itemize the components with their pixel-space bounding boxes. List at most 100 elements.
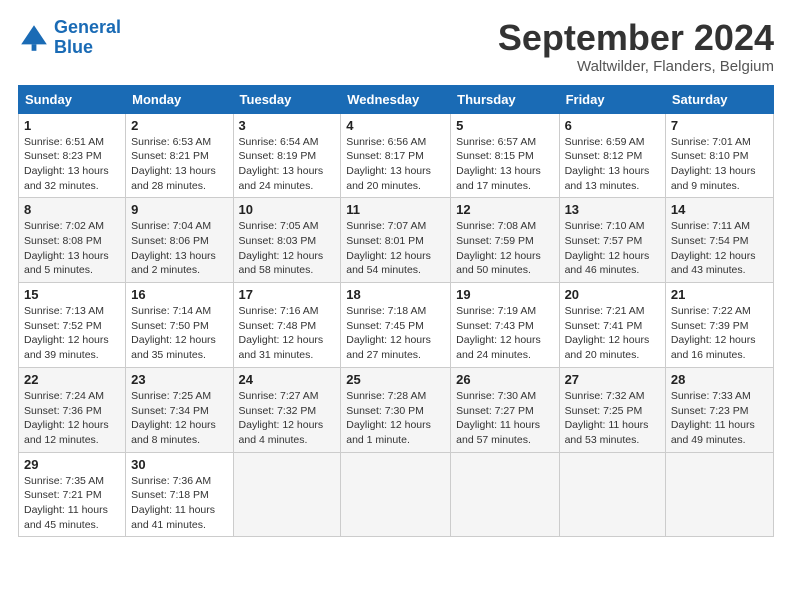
day-info: Sunrise: 7:13 AMSunset: 7:52 PMDaylight:… <box>24 304 120 363</box>
logo: General Blue <box>18 18 121 58</box>
day-info: Sunrise: 6:51 AMSunset: 8:23 PMDaylight:… <box>24 135 120 194</box>
calendar-cell: 25 Sunrise: 7:28 AMSunset: 7:30 PMDayligh… <box>341 367 451 452</box>
day-info: Sunrise: 7:11 AMSunset: 7:54 PMDaylight:… <box>671 219 768 278</box>
day-info: Sunrise: 7:01 AMSunset: 8:10 PMDaylight:… <box>671 135 768 194</box>
header-sunday: Sunday <box>19 85 126 113</box>
header: General Blue September 2024 Waltwilder, … <box>18 18 774 75</box>
day-number: 16 <box>131 287 227 302</box>
calendar-row-4: 22 Sunrise: 7:24 AMSunset: 7:36 PMDayligh… <box>19 367 774 452</box>
calendar-cell: 21 Sunrise: 7:22 AMSunset: 7:39 PMDayligh… <box>665 283 773 368</box>
calendar-cell: 22 Sunrise: 7:24 AMSunset: 7:36 PMDayligh… <box>19 367 126 452</box>
day-number: 8 <box>24 202 120 217</box>
calendar-cell: 18 Sunrise: 7:18 AMSunset: 7:45 PMDayligh… <box>341 283 451 368</box>
day-info: Sunrise: 7:25 AMSunset: 7:34 PMDaylight:… <box>131 389 227 448</box>
day-info: Sunrise: 6:56 AMSunset: 8:17 PMDaylight:… <box>346 135 445 194</box>
day-number: 7 <box>671 118 768 133</box>
title-area: September 2024 Waltwilder, Flanders, Bel… <box>498 18 774 75</box>
calendar-row-1: 1 Sunrise: 6:51 AMSunset: 8:23 PMDaylight… <box>19 113 774 198</box>
day-number: 24 <box>239 372 336 387</box>
day-info: Sunrise: 7:10 AMSunset: 7:57 PMDaylight:… <box>565 219 660 278</box>
calendar-cell: 10 Sunrise: 7:05 AMSunset: 8:03 PMDayligh… <box>233 198 341 283</box>
day-info: Sunrise: 7:30 AMSunset: 7:27 PMDaylight:… <box>456 389 553 448</box>
day-info: Sunrise: 7:05 AMSunset: 8:03 PMDaylight:… <box>239 219 336 278</box>
header-friday: Friday <box>559 85 665 113</box>
calendar-cell: 24Sunrise: 7:27 AMSunset: 7:32 PMDayligh… <box>233 367 341 452</box>
day-info: Sunrise: 6:53 AMSunset: 8:21 PMDaylight:… <box>131 135 227 194</box>
calendar-cell: 5 Sunrise: 6:57 AMSunset: 8:15 PMDaylight… <box>451 113 559 198</box>
location-title: Waltwilder, Flanders, Belgium <box>498 58 774 75</box>
day-number: 28 <box>671 372 768 387</box>
calendar-row-3: 15 Sunrise: 7:13 AMSunset: 7:52 PMDayligh… <box>19 283 774 368</box>
day-info: Sunrise: 6:54 AMSunset: 8:19 PMDaylight:… <box>239 135 336 194</box>
day-info: Sunrise: 7:35 AMSunset: 7:21 PMDaylight:… <box>24 474 120 533</box>
day-info: Sunrise: 7:28 AMSunset: 7:30 PMDaylight:… <box>346 389 445 448</box>
day-number: 20 <box>565 287 660 302</box>
day-number: 1 <box>24 118 120 133</box>
calendar-cell: 27 Sunrise: 7:32 AMSunset: 7:25 PMDayligh… <box>559 367 665 452</box>
day-info: Sunrise: 7:36 AMSunset: 7:18 PMDaylight:… <box>131 474 227 533</box>
calendar-cell: 3Sunrise: 6:54 AMSunset: 8:19 PMDaylight… <box>233 113 341 198</box>
month-title: September 2024 <box>498 18 774 58</box>
calendar-cell <box>559 452 665 537</box>
day-number: 5 <box>456 118 553 133</box>
day-info: Sunrise: 6:59 AMSunset: 8:12 PMDaylight:… <box>565 135 660 194</box>
calendar-cell: 28Sunrise: 7:33 AMSunset: 7:23 PMDayligh… <box>665 367 773 452</box>
logo-blue: Blue <box>54 38 121 58</box>
calendar-cell: 23 Sunrise: 7:25 AMSunset: 7:34 PMDayligh… <box>126 367 233 452</box>
header-tuesday: Tuesday <box>233 85 341 113</box>
calendar-cell <box>451 452 559 537</box>
day-number: 4 <box>346 118 445 133</box>
day-number: 19 <box>456 287 553 302</box>
day-number: 26 <box>456 372 553 387</box>
calendar-cell: 11Sunrise: 7:07 AMSunset: 8:01 PMDayligh… <box>341 198 451 283</box>
calendar-cell: 7 Sunrise: 7:01 AMSunset: 8:10 PMDaylight… <box>665 113 773 198</box>
logo-general: General <box>54 17 121 37</box>
day-info: Sunrise: 7:32 AMSunset: 7:25 PMDaylight:… <box>565 389 660 448</box>
header-wednesday: Wednesday <box>341 85 451 113</box>
day-info: Sunrise: 7:07 AMSunset: 8:01 PMDaylight:… <box>346 219 445 278</box>
calendar-cell: 4 Sunrise: 6:56 AMSunset: 8:17 PMDaylight… <box>341 113 451 198</box>
logo-text: General Blue <box>54 18 121 58</box>
weekday-header-row: Sunday Monday Tuesday Wednesday Thursday… <box>19 85 774 113</box>
calendar-cell: 14 Sunrise: 7:11 AMSunset: 7:54 PMDayligh… <box>665 198 773 283</box>
calendar-row-2: 8 Sunrise: 7:02 AMSunset: 8:08 PMDaylight… <box>19 198 774 283</box>
day-number: 29 <box>24 457 120 472</box>
day-number: 27 <box>565 372 660 387</box>
day-number: 15 <box>24 287 120 302</box>
calendar-cell: 29 Sunrise: 7:35 AMSunset: 7:21 PMDayligh… <box>19 452 126 537</box>
day-number: 25 <box>346 372 445 387</box>
calendar-row-5: 29 Sunrise: 7:35 AMSunset: 7:21 PMDayligh… <box>19 452 774 537</box>
calendar-cell: 19 Sunrise: 7:19 AMSunset: 7:43 PMDayligh… <box>451 283 559 368</box>
calendar-cell: 12Sunrise: 7:08 AMSunset: 7:59 PMDayligh… <box>451 198 559 283</box>
calendar-cell: 20Sunrise: 7:21 AMSunset: 7:41 PMDayligh… <box>559 283 665 368</box>
calendar-cell: 9Sunrise: 7:04 AMSunset: 8:06 PMDaylight… <box>126 198 233 283</box>
day-number: 6 <box>565 118 660 133</box>
day-info: Sunrise: 6:57 AMSunset: 8:15 PMDaylight:… <box>456 135 553 194</box>
page: General Blue September 2024 Waltwilder, … <box>0 0 792 549</box>
logo-icon <box>18 22 50 54</box>
day-number: 18 <box>346 287 445 302</box>
calendar-cell: 2 Sunrise: 6:53 AMSunset: 8:21 PMDaylight… <box>126 113 233 198</box>
header-thursday: Thursday <box>451 85 559 113</box>
day-number: 30 <box>131 457 227 472</box>
day-info: Sunrise: 7:24 AMSunset: 7:36 PMDaylight:… <box>24 389 120 448</box>
calendar-cell: 13Sunrise: 7:10 AMSunset: 7:57 PMDayligh… <box>559 198 665 283</box>
day-info: Sunrise: 7:22 AMSunset: 7:39 PMDaylight:… <box>671 304 768 363</box>
day-number: 21 <box>671 287 768 302</box>
calendar-cell: 26 Sunrise: 7:30 AMSunset: 7:27 PMDayligh… <box>451 367 559 452</box>
day-number: 23 <box>131 372 227 387</box>
day-number: 22 <box>24 372 120 387</box>
calendar-cell <box>233 452 341 537</box>
day-info: Sunrise: 7:19 AMSunset: 7:43 PMDaylight:… <box>456 304 553 363</box>
calendar-cell <box>665 452 773 537</box>
day-number: 14 <box>671 202 768 217</box>
day-number: 2 <box>131 118 227 133</box>
day-number: 12 <box>456 202 553 217</box>
day-info: Sunrise: 7:18 AMSunset: 7:45 PMDaylight:… <box>346 304 445 363</box>
day-info: Sunrise: 7:02 AMSunset: 8:08 PMDaylight:… <box>24 219 120 278</box>
header-monday: Monday <box>126 85 233 113</box>
calendar-cell: 1 Sunrise: 6:51 AMSunset: 8:23 PMDaylight… <box>19 113 126 198</box>
day-number: 10 <box>239 202 336 217</box>
calendar-cell <box>341 452 451 537</box>
day-number: 9 <box>131 202 227 217</box>
